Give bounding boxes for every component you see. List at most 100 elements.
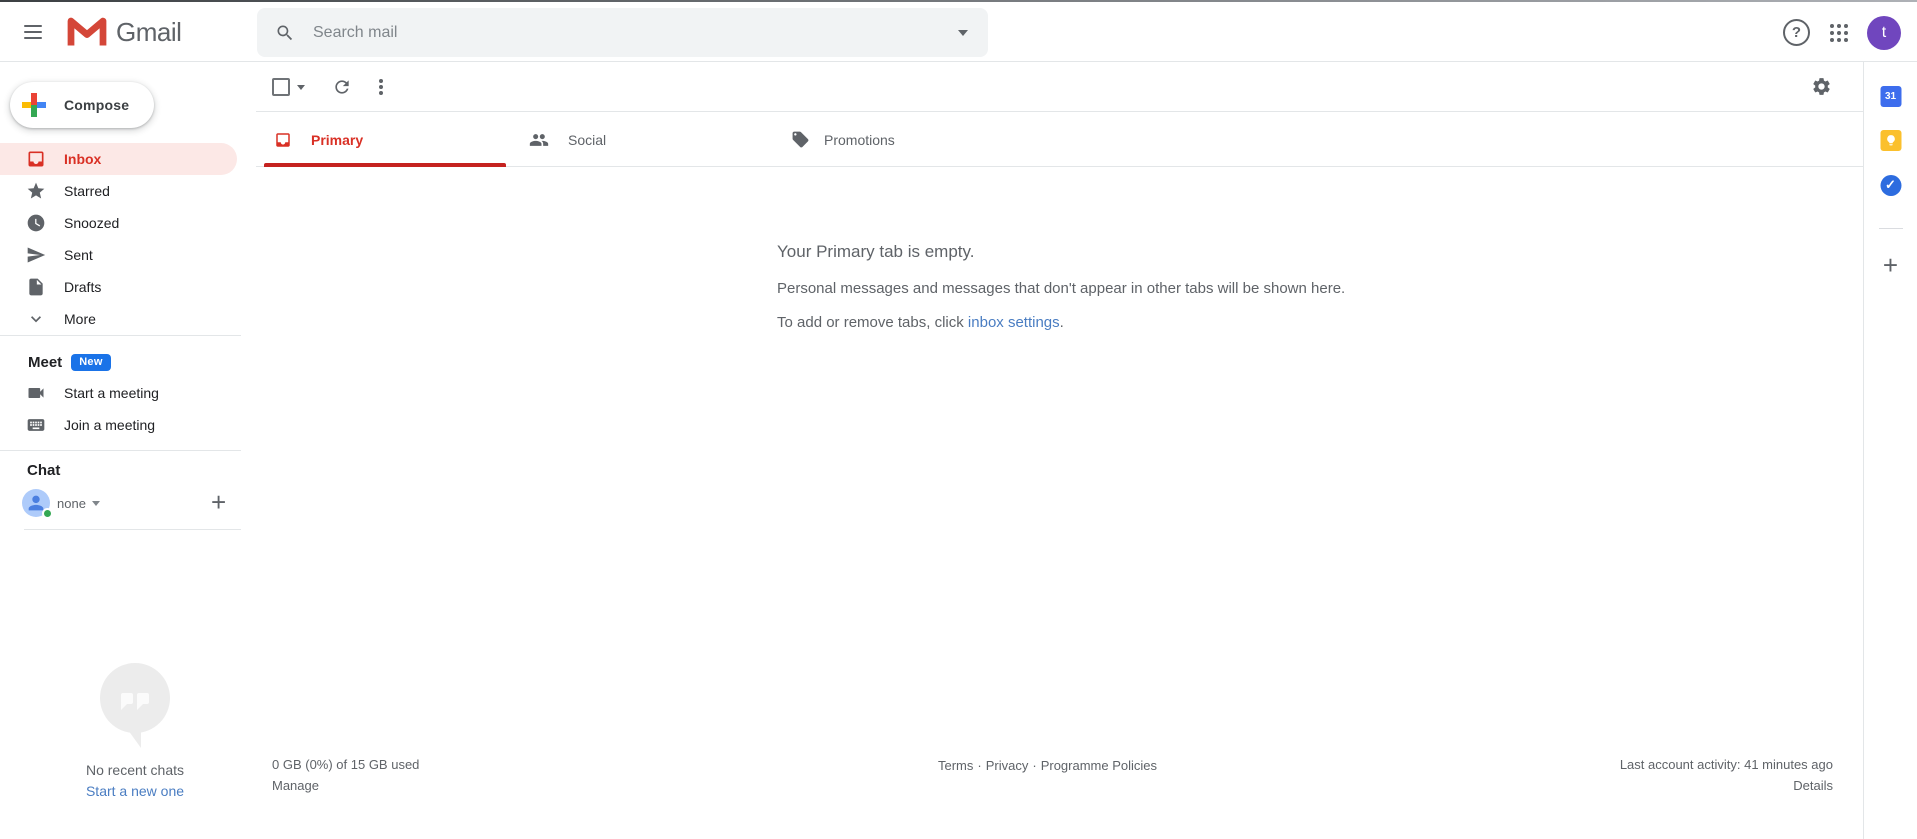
terms-link[interactable]: Terms: [938, 758, 973, 773]
empty-state: Your Primary tab is empty. Personal mess…: [777, 242, 1345, 348]
app-name: Gmail: [116, 17, 181, 48]
addons-side-panel: 31 ✓ +: [1863, 62, 1917, 839]
grid-9-dots-icon: [1830, 24, 1848, 42]
tasks-check-icon[interactable]: ✓: [1880, 175, 1901, 196]
keep-lightbulb-icon[interactable]: [1880, 130, 1901, 151]
cta-suffix: .: [1060, 314, 1064, 331]
search-bar[interactable]: [257, 8, 988, 57]
question-icon: ?: [1792, 24, 1801, 41]
gmail-logo[interactable]: Gmail: [66, 12, 181, 52]
keyboard-icon: [26, 415, 46, 435]
sidebar-item-drafts[interactable]: Drafts: [0, 271, 256, 303]
compose-label: Compose: [64, 97, 129, 113]
sidebar-item-label: Drafts: [64, 279, 101, 295]
sidebar-item-sent[interactable]: Sent: [0, 239, 256, 271]
manage-storage-link[interactable]: Manage: [272, 777, 419, 794]
settings-gear-icon[interactable]: [1811, 76, 1832, 97]
main-content: Primary Social Promotions Your Primary t…: [256, 62, 1863, 839]
privacy-link[interactable]: Privacy: [986, 758, 1029, 773]
people-icon: [529, 130, 549, 150]
meet-item-label: Start a meeting: [64, 385, 159, 401]
sidebar-item-label: Snoozed: [64, 215, 119, 231]
chat-contact-avatar: [22, 489, 50, 517]
inbox-settings-link[interactable]: inbox settings: [968, 314, 1060, 331]
sidebar-item-inbox[interactable]: Inbox: [0, 143, 237, 175]
programme-policies-link[interactable]: Programme Policies: [1041, 758, 1157, 773]
paper-plane-icon: [26, 245, 46, 265]
separator: ·: [1032, 758, 1036, 773]
join-meeting-item[interactable]: Join a meeting: [0, 409, 256, 441]
quote-bubble-icon: [100, 663, 170, 733]
chat-contact-row[interactable]: none +: [0, 489, 241, 517]
sidebar-item-label: Sent: [64, 247, 93, 263]
presence-dot: [42, 508, 53, 519]
chevron-down-icon: [26, 309, 46, 329]
select-options-caret-icon[interactable]: [297, 85, 305, 90]
tab-promotions[interactable]: Promotions: [744, 112, 986, 167]
last-activity-text: Last account activity: 41 minutes ago: [1620, 756, 1833, 773]
gmail-window: Gmail ? t Compose: [0, 0, 1917, 839]
meet-section: Start a meeting Join a meeting: [0, 377, 256, 441]
search-icon[interactable]: [275, 23, 295, 43]
meet-section-header: Meet New: [28, 352, 111, 372]
footer-legal: Terms·Privacy·Programme Policies: [256, 758, 1839, 773]
tab-label: Primary: [311, 132, 363, 148]
separator: ·: [977, 758, 981, 773]
gmail-m-icon: [66, 16, 108, 48]
account-avatar[interactable]: t: [1867, 16, 1901, 50]
tag-icon: [791, 130, 810, 149]
sidebar-divider: [0, 335, 241, 336]
sidebar-item-label: Starred: [64, 183, 110, 199]
multicolor-plus-icon: [22, 93, 46, 117]
compose-button[interactable]: Compose: [10, 82, 154, 128]
toolbar: [256, 62, 1863, 112]
no-recent-chats-text: No recent chats: [0, 762, 270, 778]
folder-nav: Inbox Starred Snoozed Sent: [0, 143, 256, 335]
empty-state-title: Your Primary tab is empty.: [777, 242, 1345, 262]
refresh-icon[interactable]: [332, 77, 352, 97]
sidebar: Compose Inbox Starred Snoozed: [0, 62, 256, 839]
empty-state-body: Personal messages and messages that don'…: [777, 280, 1345, 297]
document-icon: [26, 277, 46, 297]
sidebar-item-snoozed[interactable]: Snoozed: [0, 207, 256, 239]
start-meeting-item[interactable]: Start a meeting: [0, 377, 256, 409]
meet-title: Meet: [28, 354, 62, 371]
google-apps-button[interactable]: [1830, 24, 1848, 47]
panel-divider: [1879, 228, 1903, 229]
main-menu-icon[interactable]: [24, 18, 44, 46]
empty-state-cta: To add or remove tabs, click inbox setti…: [777, 314, 1345, 331]
video-camera-icon: [26, 383, 46, 403]
chat-contact-name: none: [57, 496, 86, 511]
tab-social[interactable]: Social: [502, 112, 744, 167]
account-activity: Last account activity: 41 minutes ago De…: [1620, 756, 1833, 794]
chevron-down-icon: [92, 501, 100, 506]
start-new-chat-link[interactable]: Start a new one: [0, 783, 270, 799]
inbox-icon: [26, 149, 46, 169]
search-input[interactable]: [313, 24, 958, 42]
tab-primary[interactable]: Primary: [260, 112, 502, 167]
quote-bubble-tail: [128, 730, 141, 748]
support-button[interactable]: ?: [1783, 19, 1810, 46]
new-chat-button[interactable]: +: [211, 487, 226, 517]
cta-prefix: To add or remove tabs, click: [777, 314, 968, 331]
star-icon: [26, 181, 46, 201]
calendar-icon[interactable]: 31: [1880, 86, 1901, 107]
tab-label: Social: [568, 132, 606, 148]
sidebar-divider: [24, 529, 241, 530]
inbox-icon: [274, 131, 292, 149]
get-addons-button[interactable]: +: [1883, 250, 1898, 281]
chat-section-title: Chat: [27, 462, 60, 479]
activity-details-link[interactable]: Details: [1620, 777, 1833, 794]
check-glyph: ✓: [1885, 177, 1896, 192]
new-badge: New: [71, 354, 111, 371]
header: Gmail ? t: [0, 2, 1917, 62]
select-all-checkbox[interactable]: [272, 78, 290, 96]
sidebar-item-starred[interactable]: Starred: [0, 175, 256, 207]
sidebar-divider: [0, 450, 241, 451]
chat-empty-state: No recent chats Start a new one: [0, 762, 270, 799]
sidebar-item-more[interactable]: More: [0, 303, 256, 335]
search-options-caret-icon[interactable]: [958, 30, 968, 36]
more-actions-icon[interactable]: [376, 77, 386, 97]
meet-item-label: Join a meeting: [64, 417, 155, 433]
tab-label: Promotions: [824, 132, 895, 148]
